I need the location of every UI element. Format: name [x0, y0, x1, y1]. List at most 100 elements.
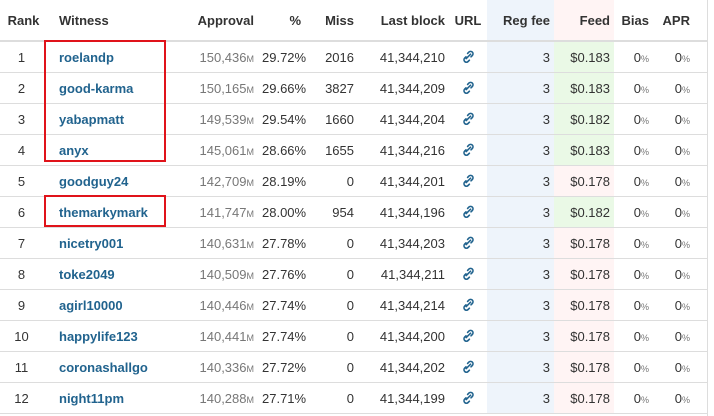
- header-witness[interactable]: Witness: [47, 0, 175, 42]
- apr-unit: %: [681, 363, 690, 374]
- link-icon[interactable]: [462, 111, 475, 126]
- witness-link[interactable]: anyx: [59, 143, 89, 158]
- header-rank[interactable]: Rank: [0, 0, 47, 42]
- approval-unit: M: [246, 363, 255, 374]
- witness-link[interactable]: roelandp: [59, 50, 114, 65]
- header-reg-fee[interactable]: Reg fee: [487, 0, 554, 42]
- bias-unit: %: [640, 115, 649, 126]
- witness-link[interactable]: agirl10000: [59, 298, 123, 313]
- approval-unit: M: [246, 301, 255, 312]
- url-cell: [449, 72, 487, 104]
- link-icon[interactable]: [462, 173, 475, 188]
- approval-value: 140,441: [199, 328, 247, 344]
- rank-cell: 3: [0, 103, 47, 135]
- header-percent[interactable]: %: [258, 0, 305, 42]
- link-icon[interactable]: [462, 49, 475, 64]
- percent-cell: 27.74%: [258, 289, 306, 321]
- approval-cell: 142,709M: [175, 165, 258, 197]
- miss-cell: 0: [305, 227, 358, 259]
- feed-cell: $0.178: [554, 351, 614, 383]
- url-cell: [449, 227, 487, 259]
- bias-unit: %: [640, 146, 649, 157]
- witness-link[interactable]: toke2049: [59, 267, 115, 282]
- approval-value: 142,709: [199, 173, 247, 189]
- approval-value: 140,509: [199, 266, 247, 282]
- table-row: 4 anyx 145,061M 28.66% 1655 41,344,216 3 $0.183…: [0, 134, 714, 166]
- witness-cell: toke2049: [47, 258, 175, 290]
- bias-unit: %: [640, 332, 649, 343]
- link-icon[interactable]: [462, 80, 475, 95]
- approval-cell: 140,288M: [175, 382, 258, 414]
- witness-link[interactable]: coronashallgo: [59, 360, 148, 375]
- reg-fee-cell: 3: [487, 134, 554, 166]
- bias-unit: %: [640, 208, 649, 219]
- header-approval[interactable]: Approval: [175, 0, 258, 42]
- link-icon[interactable]: [462, 142, 475, 157]
- witness-link[interactable]: yabapmatt: [59, 112, 124, 127]
- header-bias[interactable]: Bias: [614, 0, 653, 42]
- apr-cell: 0%: [653, 72, 694, 104]
- witness-link[interactable]: goodguy24: [59, 174, 128, 189]
- miss-cell: 954: [305, 196, 358, 228]
- header-last-block[interactable]: Last block: [358, 0, 449, 42]
- approval-cell: 150,165M: [175, 72, 258, 104]
- bias-cell: 0%: [614, 289, 653, 321]
- apr-unit: %: [681, 177, 690, 188]
- witness-link[interactable]: nicetry001: [59, 236, 123, 251]
- bias-value: 0: [633, 204, 641, 220]
- feed-cell: $0.178: [554, 289, 614, 321]
- last-block-cell: 41,344,199: [358, 382, 449, 414]
- miss-cell: 1660: [305, 103, 358, 135]
- approval-cell: 149,539M: [175, 103, 258, 135]
- last-block-cell: 41,344,202: [358, 351, 449, 383]
- link-icon[interactable]: [462, 204, 475, 219]
- link-icon[interactable]: [462, 390, 475, 405]
- bias-unit: %: [640, 239, 649, 250]
- rank-cell: 8: [0, 258, 47, 290]
- feed-cell: $0.182: [554, 196, 614, 228]
- header-url: URL: [449, 0, 487, 42]
- table-row: 2 good-karma 150,165M 29.66% 3827 41,344,209 3…: [0, 72, 714, 104]
- last-block-cell: 41,344,203: [358, 227, 449, 259]
- apr-value: 0: [674, 328, 682, 344]
- header-feed[interactable]: Feed: [554, 0, 614, 42]
- witness-link[interactable]: themarkymark: [59, 205, 148, 220]
- header-apr[interactable]: APR: [653, 0, 694, 42]
- link-icon[interactable]: [462, 297, 475, 312]
- table-row: 9 agirl10000 140,446M 27.74% 0 41,344,214 3 $0.…: [0, 289, 714, 321]
- percent-cell: 28.19%: [258, 165, 306, 197]
- link-icon[interactable]: [462, 328, 475, 343]
- percent-cell: 29.72%: [258, 41, 306, 73]
- apr-unit: %: [681, 394, 690, 405]
- last-block-cell: 41,344,204: [358, 103, 449, 135]
- link-icon[interactable]: [462, 266, 475, 281]
- approval-unit: M: [246, 394, 255, 405]
- witness-link[interactable]: night11pm: [59, 391, 124, 406]
- table-row: 12 night11pm 140,288M 27.71% 0 41,344,199 3 $0.…: [0, 382, 714, 414]
- miss-cell: 0: [305, 165, 358, 197]
- url-cell: [449, 103, 487, 135]
- apr-value: 0: [674, 359, 682, 375]
- witness-link[interactable]: good-karma: [59, 81, 133, 96]
- bias-value: 0: [633, 266, 641, 282]
- apr-value: 0: [674, 204, 682, 220]
- last-block-cell: 41,344,216: [358, 134, 449, 166]
- header-miss[interactable]: Miss: [305, 0, 358, 42]
- feed-cell: $0.178: [554, 320, 614, 352]
- link-icon[interactable]: [462, 359, 475, 374]
- witness-cell: happylife123: [47, 320, 175, 352]
- table-header-row: Rank Witness Approval % Miss Last block …: [0, 0, 714, 42]
- feed-cell: $0.183: [554, 134, 614, 166]
- witness-cell: coronashallgo: [47, 351, 175, 383]
- table-row: 6 themarkymark 141,747M 28.00% 954 41,344,196…: [0, 196, 714, 228]
- apr-cell: 0%: [653, 227, 694, 259]
- apr-cell: 0%: [653, 41, 694, 73]
- bias-unit: %: [640, 270, 649, 281]
- witness-link[interactable]: happylife123: [59, 329, 138, 344]
- link-icon[interactable]: [462, 235, 475, 250]
- rank-cell: 10: [0, 320, 47, 352]
- percent-cell: 27.74%: [258, 320, 306, 352]
- bias-unit: %: [640, 363, 649, 374]
- apr-unit: %: [681, 53, 690, 64]
- reg-fee-cell: 3: [487, 227, 554, 259]
